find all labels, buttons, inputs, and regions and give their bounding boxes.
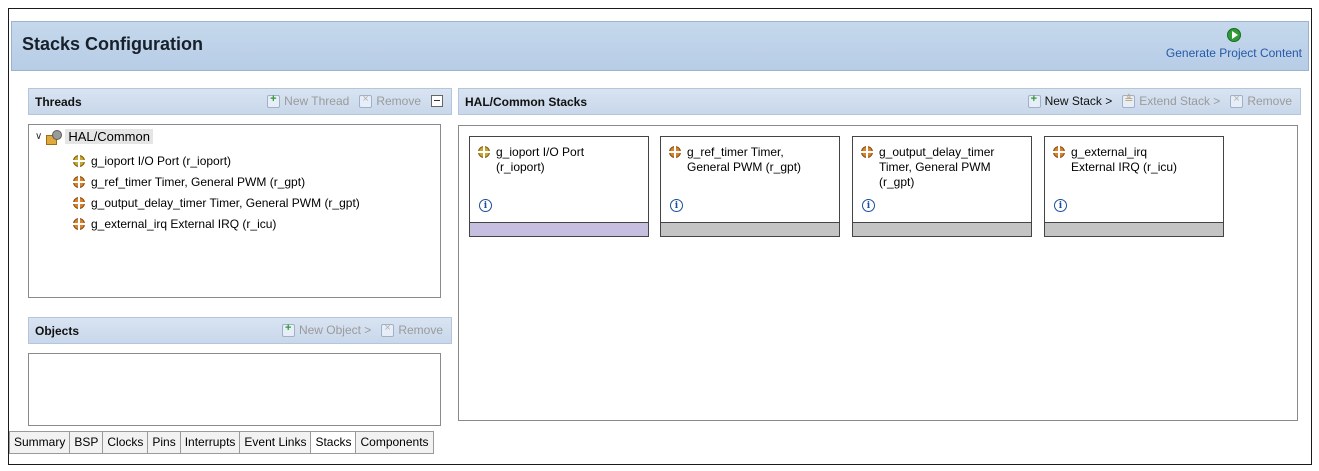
tab-event-links[interactable]: Event Links xyxy=(239,432,312,454)
stack-card-external-irq[interactable]: g_external_irq External IRQ (r_icu) i xyxy=(1044,136,1224,237)
card-line: (r_gpt) xyxy=(879,175,915,189)
tree-items: g_ioport I/O Port (r_ioport) g_ref_timer… xyxy=(73,150,360,234)
card-header: g_external_irq External IRQ (r_icu) xyxy=(1053,145,1177,175)
card-line: General PWM (r_gpt) xyxy=(687,160,802,174)
stack-card-ioport[interactable]: g_ioport I/O Port (r_ioport) i xyxy=(469,136,649,237)
tree-item-output-delay-timer[interactable]: g_output_delay_timer Timer, General PWM … xyxy=(73,192,360,213)
play-circle-icon xyxy=(1226,28,1241,42)
objects-actions: New Object > Remove xyxy=(281,322,443,337)
stacks-header: HAL/Common Stacks New Stack > Extend Sta… xyxy=(458,88,1301,115)
tab-pins[interactable]: Pins xyxy=(147,432,181,454)
threads-header: Threads New Thread Remove xyxy=(28,88,452,115)
remove-object-button[interactable]: Remove xyxy=(381,322,443,337)
card-line: (r_ioport) xyxy=(496,160,545,174)
threads-actions: New Thread Remove xyxy=(267,93,443,108)
new-stack-button[interactable]: New Stack > xyxy=(1027,93,1113,108)
new-thread-label: New Thread xyxy=(284,94,350,108)
irq-module-icon xyxy=(1053,146,1065,158)
threads-tree: ∨ HAL/Common g_ioport I/O Port (r_ioport… xyxy=(28,124,441,298)
stack-card-ref-timer[interactable]: g_ref_timer Timer, General PWM (r_gpt) i xyxy=(660,136,840,237)
card-footer xyxy=(661,222,839,236)
tab-clocks[interactable]: Clocks xyxy=(102,432,149,454)
remove-icon xyxy=(359,93,373,108)
info-icon[interactable]: i xyxy=(670,199,683,212)
ioport-module-icon xyxy=(73,154,85,167)
threads-title: Threads xyxy=(35,94,82,109)
new-object-icon xyxy=(281,322,295,337)
tree-root-hal-common[interactable]: ∨ HAL/Common xyxy=(35,129,153,145)
card-header: g_output_delay_timer Timer, General PWM … xyxy=(861,145,994,190)
generate-project-content-button[interactable]: Generate Project Content xyxy=(1166,28,1302,60)
card-line: Timer, General PWM xyxy=(879,160,991,174)
objects-title: Objects xyxy=(35,323,80,338)
card-footer xyxy=(470,222,648,236)
collapse-all-icon[interactable] xyxy=(431,95,443,107)
tree-item-ioport[interactable]: g_ioport I/O Port (r_ioport) xyxy=(73,150,360,171)
editor-tabs: Summary BSP Clocks Pins Interrupts Event… xyxy=(9,431,434,454)
info-icon[interactable]: i xyxy=(862,199,875,212)
extend-stack-label: Extend Stack > xyxy=(1139,94,1221,108)
remove-object-label: Remove xyxy=(398,323,443,337)
timer-module-icon xyxy=(73,196,85,209)
tab-summary[interactable]: Summary xyxy=(9,432,71,454)
remove-icon xyxy=(1230,93,1244,108)
timer-module-icon xyxy=(861,146,873,158)
chevron-down-icon[interactable]: ∨ xyxy=(35,131,42,142)
timer-module-icon xyxy=(73,175,85,188)
tab-stacks[interactable]: Stacks xyxy=(310,432,357,454)
tree-item-ref-timer[interactable]: g_ref_timer Timer, General PWM (r_gpt) xyxy=(73,171,360,192)
extend-stack-icon xyxy=(1122,93,1136,108)
remove-stack-label: Remove xyxy=(1247,94,1292,108)
card-header: g_ioport I/O Port (r_ioport) xyxy=(478,145,584,175)
remove-thread-label: Remove xyxy=(376,94,421,108)
tab-bsp[interactable]: BSP xyxy=(69,432,104,454)
tree-item-label: g_external_irq External IRQ (r_icu) xyxy=(91,216,277,231)
card-line: g_external_irq xyxy=(1071,145,1148,159)
timer-module-icon xyxy=(669,146,681,158)
remove-stack-button[interactable]: Remove xyxy=(1230,93,1292,108)
card-line: External IRQ (r_icu) xyxy=(1071,160,1178,174)
card-text: g_external_irq External IRQ (r_icu) xyxy=(1071,145,1177,175)
stacks-canvas: g_ioport I/O Port (r_ioport) i g_ref_tim… xyxy=(458,125,1298,421)
tree-item-label: g_output_delay_timer Timer, General PWM … xyxy=(91,195,360,210)
card-header: g_ref_timer Timer, General PWM (r_gpt) xyxy=(669,145,801,175)
card-text: g_output_delay_timer Timer, General PWM … xyxy=(879,145,994,190)
new-stack-icon xyxy=(1027,93,1041,108)
card-footer xyxy=(1045,222,1223,236)
tab-interrupts[interactable]: Interrupts xyxy=(179,432,241,454)
extend-stack-button[interactable]: Extend Stack > xyxy=(1122,93,1221,108)
tree-item-label: g_ref_timer Timer, General PWM (r_gpt) xyxy=(91,174,306,189)
card-line: g_ref_timer Timer, xyxy=(687,145,784,159)
main-area: Threads New Thread Remove ∨ HAL/Common g… xyxy=(11,71,1309,427)
card-text: g_ref_timer Timer, General PWM (r_gpt) xyxy=(687,145,801,175)
tree-root-label: HAL/Common xyxy=(65,129,153,144)
info-icon[interactable]: i xyxy=(479,199,492,212)
tree-item-label: g_ioport I/O Port (r_ioport) xyxy=(91,153,232,168)
stacks-actions: New Stack > Extend Stack > Remove xyxy=(1027,93,1292,108)
stacks-title: HAL/Common Stacks xyxy=(465,94,588,109)
new-stack-label: New Stack > xyxy=(1044,94,1113,108)
new-object-label: New Object > xyxy=(298,323,372,337)
ioport-module-icon xyxy=(478,146,490,158)
new-object-button[interactable]: New Object > xyxy=(281,322,372,337)
card-line: g_ioport I/O Port xyxy=(496,145,585,159)
card-line: g_output_delay_timer xyxy=(879,145,995,159)
remove-icon xyxy=(381,322,395,337)
objects-header: Objects New Object > Remove xyxy=(28,317,452,344)
hal-common-icon xyxy=(46,130,63,145)
header-bar xyxy=(11,21,1309,71)
generate-project-content-label: Generate Project Content xyxy=(1165,46,1302,60)
irq-module-icon xyxy=(73,217,85,230)
stack-card-output-delay-timer[interactable]: g_output_delay_timer Timer, General PWM … xyxy=(852,136,1032,237)
new-thread-button[interactable]: New Thread xyxy=(267,93,350,108)
remove-thread-button[interactable]: Remove xyxy=(359,93,421,108)
objects-list xyxy=(28,353,441,426)
page-title: Stacks Configuration xyxy=(22,34,204,54)
tree-item-external-irq[interactable]: g_external_irq External IRQ (r_icu) xyxy=(73,213,360,234)
info-icon[interactable]: i xyxy=(1054,199,1067,212)
tab-components[interactable]: Components xyxy=(355,432,434,454)
card-footer xyxy=(853,222,1031,236)
card-text: g_ioport I/O Port (r_ioport) xyxy=(496,145,584,175)
new-thread-icon xyxy=(267,93,281,108)
